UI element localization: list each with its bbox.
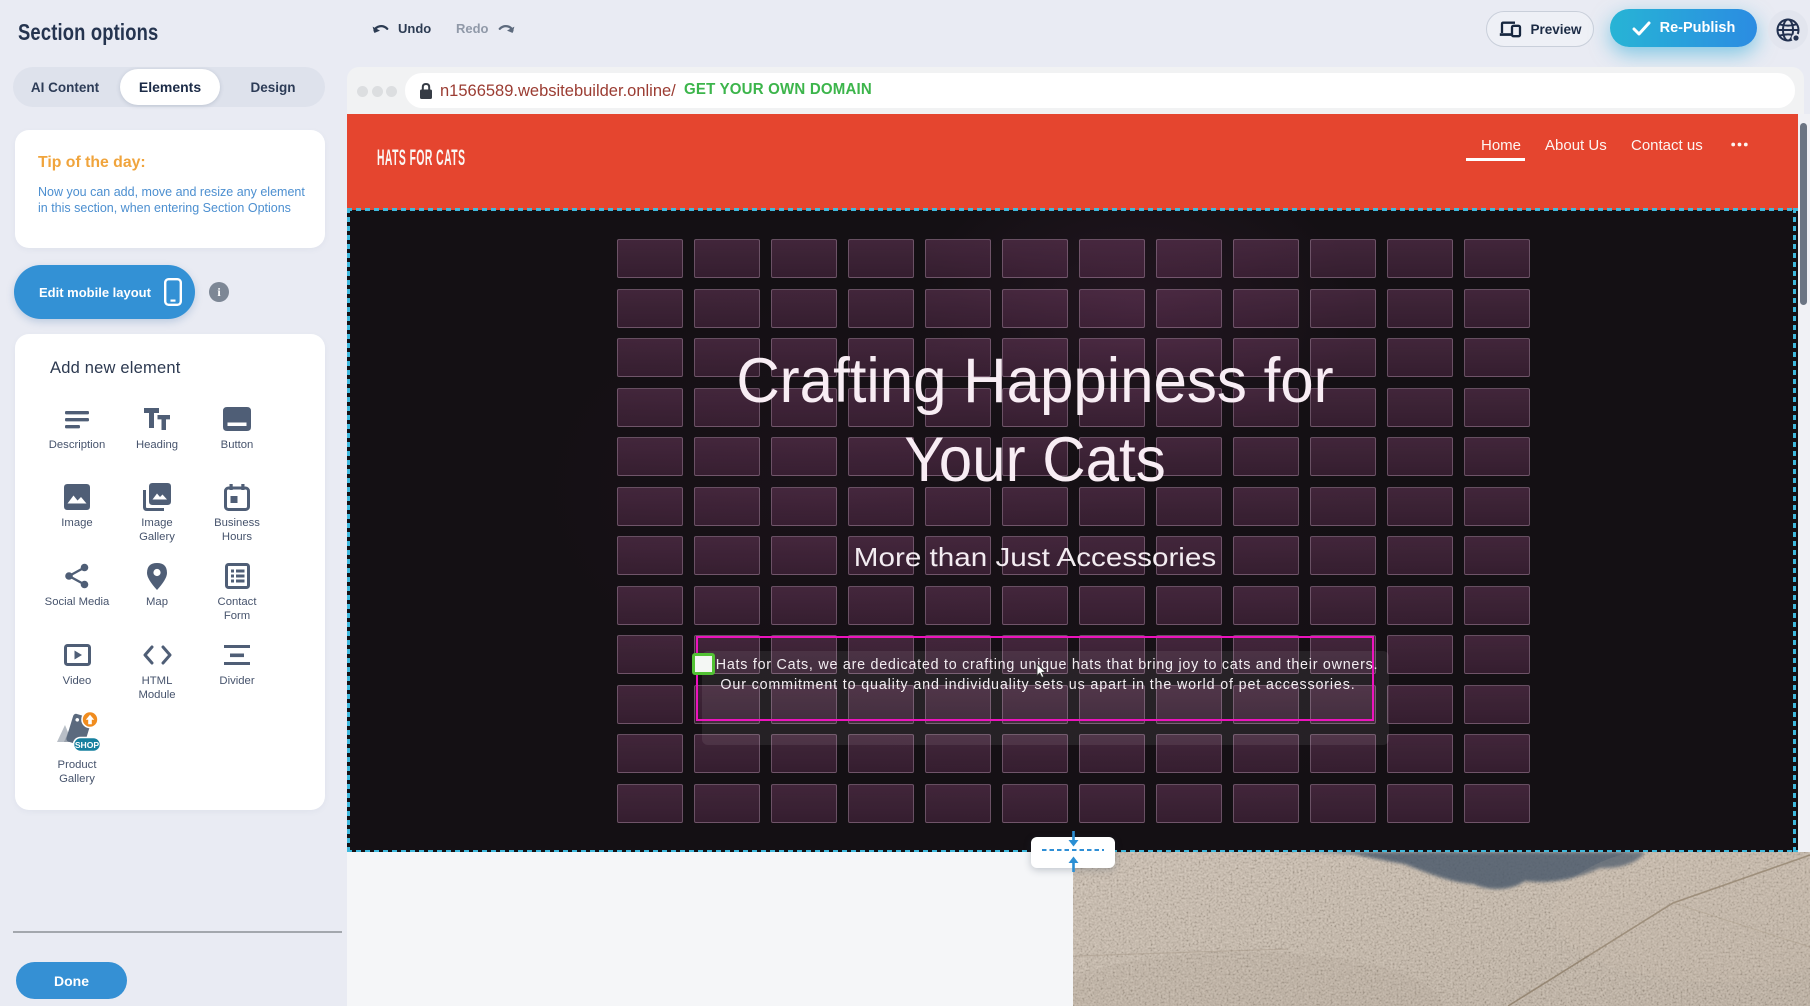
svg-text:SHOP: SHOP <box>75 740 100 750</box>
